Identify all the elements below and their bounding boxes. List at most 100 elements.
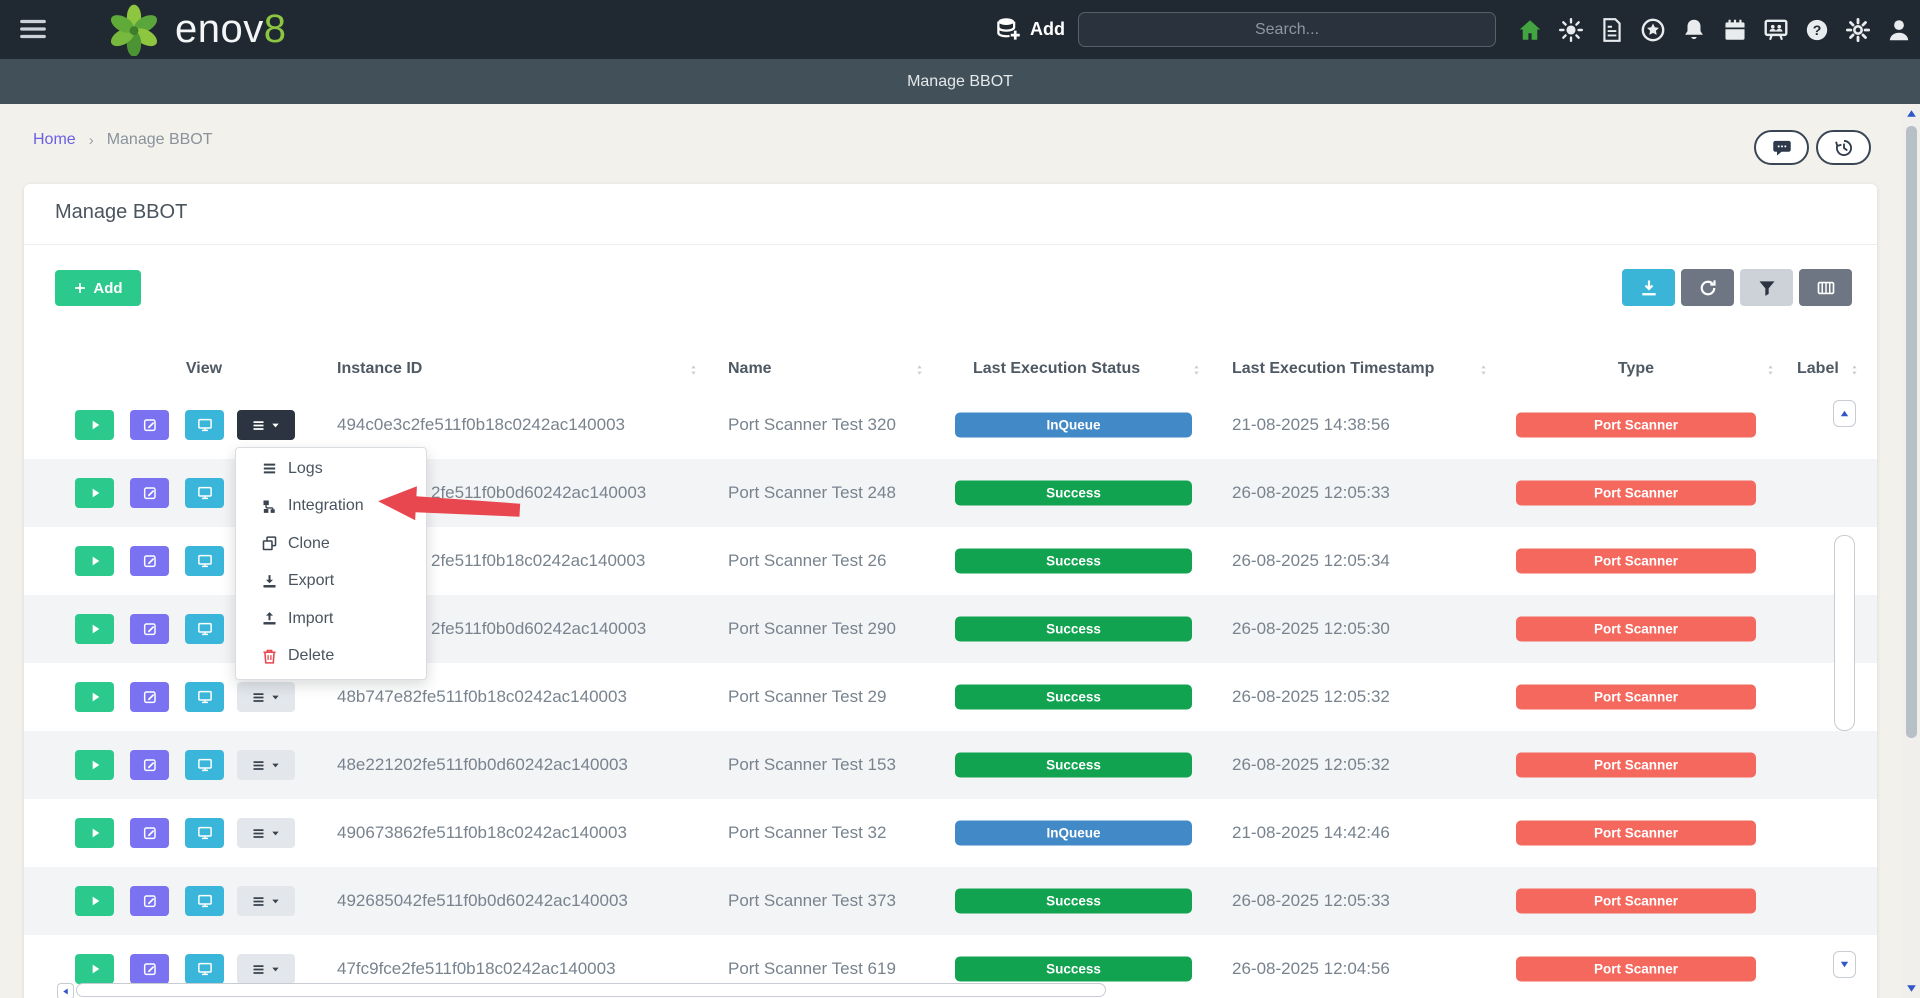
monitor-button[interactable] [185,478,224,508]
page-header-bar: Manage BBOT [0,59,1920,104]
monitor-icon [197,825,213,841]
calendar-icon[interactable] [1722,17,1748,43]
column-header-name[interactable]: Name [728,360,772,378]
add-button[interactable]: Add [55,270,141,306]
monitor-button[interactable] [185,682,224,712]
row-menu-toggle[interactable] [237,750,295,780]
report-icon[interactable] [1599,17,1625,43]
monitor-button[interactable] [185,750,224,780]
history-button[interactable] [1816,130,1871,165]
instance-id-cell: 48e221202fe511f0b0d60242ac140003 [337,755,628,775]
columns-button[interactable] [1799,269,1852,306]
row-menu-toggle[interactable] [237,886,295,916]
brand-text: enov8 [175,7,287,52]
run-button[interactable] [75,410,114,440]
run-button[interactable] [75,682,114,712]
column-header-label[interactable]: Label [1797,360,1839,378]
star-icon[interactable] [1640,17,1666,43]
run-button[interactable] [75,750,114,780]
chat-button[interactable] [1754,130,1809,165]
column-header-timestamp[interactable]: Last Execution Timestamp [1232,360,1434,378]
edit-button[interactable] [130,410,169,440]
import-icon [261,610,278,627]
monitor-button[interactable] [185,546,224,576]
type-badge: Port Scanner [1516,753,1756,778]
run-button[interactable] [75,886,114,916]
edit-button[interactable] [130,478,169,508]
menu-item-export[interactable]: Export [236,563,426,601]
menu-item-clone[interactable]: Clone [236,525,426,563]
help-icon[interactable] [1804,17,1830,43]
row-menu-toggle[interactable] [237,954,295,984]
timestamp-cell: 26-08-2025 12:05:32 [1232,687,1390,707]
refresh-button[interactable] [1681,269,1734,306]
run-button[interactable] [75,478,114,508]
run-button[interactable] [75,614,114,644]
user-icon[interactable] [1886,17,1912,43]
sort-icon[interactable] [1764,361,1777,379]
row-menu-toggle[interactable] [237,410,295,440]
monitor-button[interactable] [185,614,224,644]
column-header-type[interactable]: Type [1516,360,1756,378]
monitor-button[interactable] [185,818,224,848]
edit-button[interactable] [130,682,169,712]
edit-button[interactable] [130,546,169,576]
triangle-down-icon [1839,959,1850,970]
menu-lines-icon [251,962,266,977]
bell-icon[interactable] [1681,17,1707,43]
status-badge: Success [955,889,1192,914]
type-badge: Port Scanner [1516,889,1756,914]
page-scroll-up-button[interactable] [1905,107,1918,120]
table-scroll-left-button[interactable] [57,983,74,998]
table-scroll-down-button[interactable] [1833,951,1856,978]
sun-icon[interactable] [1558,17,1584,43]
edit-button[interactable] [130,886,169,916]
quick-add-button[interactable]: Add [995,0,1065,59]
sort-icon[interactable] [1848,361,1861,379]
presentation-icon[interactable] [1763,17,1789,43]
horizontal-scrollbar-thumb[interactable] [76,983,1106,997]
edit-icon [142,825,158,841]
timestamp-cell: 21-08-2025 14:42:46 [1232,823,1390,843]
edit-button[interactable] [130,954,169,984]
column-header-instance-id[interactable]: Instance ID [337,360,422,378]
edit-button[interactable] [130,818,169,848]
sort-icon[interactable] [1190,361,1203,379]
timestamp-cell: 26-08-2025 12:05:30 [1232,619,1390,639]
row-menu-toggle[interactable] [237,682,295,712]
edit-button[interactable] [130,750,169,780]
monitor-button[interactable] [185,410,224,440]
table-scrollbar-thumb[interactable] [1834,535,1855,731]
search-input[interactable] [1078,12,1496,47]
run-button[interactable] [75,818,114,848]
timestamp-cell: 26-08-2025 12:05:34 [1232,551,1390,571]
edit-icon [142,961,158,977]
breadcrumb-home-link[interactable]: Home [33,131,76,149]
run-button[interactable] [75,546,114,576]
menu-item-import[interactable]: Import [236,600,426,638]
table-scroll-up-button[interactable] [1833,400,1856,427]
sort-icon[interactable] [687,361,700,379]
monitor-button[interactable] [185,954,224,984]
page-scroll-down-button[interactable] [1905,982,1918,995]
menu-item-delete[interactable]: Delete [236,638,426,676]
home-icon[interactable] [1517,17,1543,43]
edit-button[interactable] [130,614,169,644]
instance-id-cell: 490673862fe511f0b18c0242ac140003 [337,823,627,843]
sort-icon[interactable] [913,361,926,379]
row-menu-toggle[interactable] [237,818,295,848]
sort-icon[interactable] [1477,361,1490,379]
filter-button[interactable] [1740,269,1793,306]
table-header: View Instance ID Name Last Execution Sta… [24,350,1877,391]
download-button[interactable] [1622,269,1675,306]
run-button[interactable] [75,954,114,984]
settings-icon[interactable] [1845,17,1871,43]
type-badge: Port Scanner [1516,957,1756,982]
column-header-status[interactable]: Last Execution Status [973,360,1140,378]
edit-icon [142,621,158,637]
monitor-button[interactable] [185,886,224,916]
page-scrollbar-thumb[interactable] [1906,126,1917,738]
brand-logo[interactable]: enov8 [95,3,287,56]
sidebar-menu-button[interactable] [16,14,50,44]
edit-icon [142,757,158,773]
